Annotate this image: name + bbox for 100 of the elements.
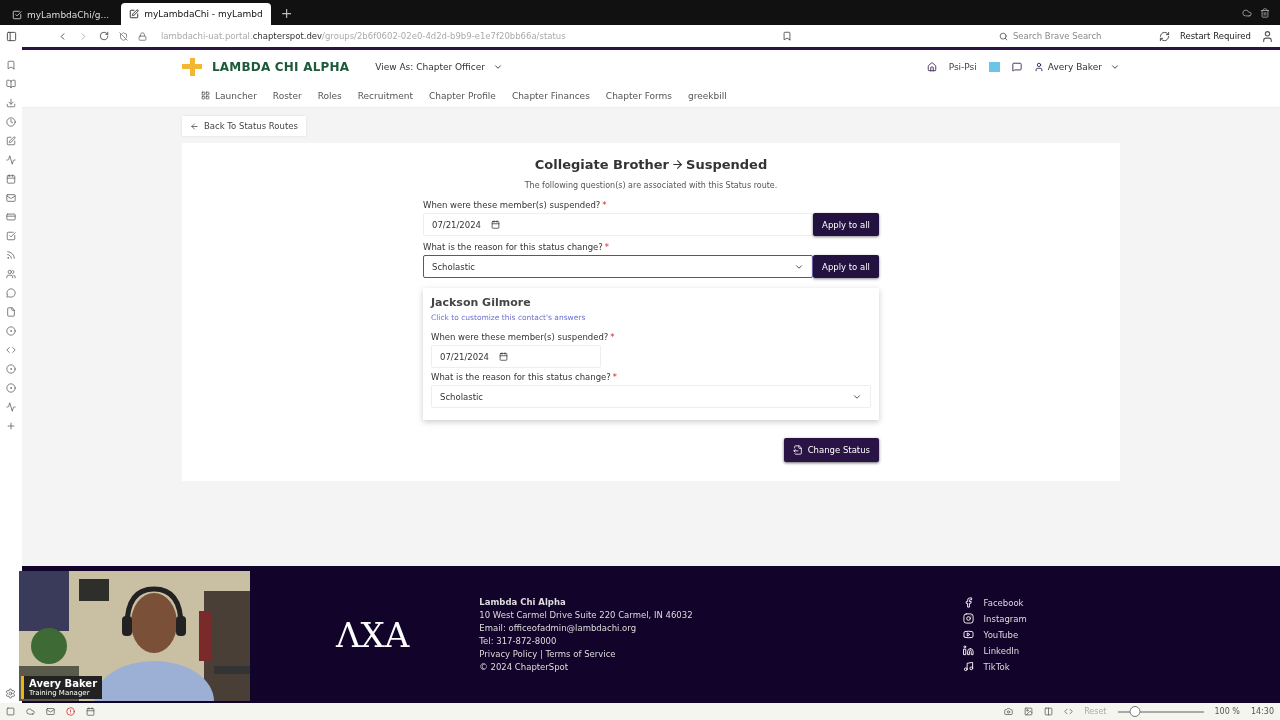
sidebar-icon (6, 30, 17, 42)
nav-link[interactable]: Recruitment (350, 90, 421, 101)
participant-name: Avery Baker (29, 678, 98, 689)
profile-icon (1261, 29, 1274, 43)
restart-text[interactable]: Restart Required (1179, 31, 1251, 41)
footer-text: 10 West Carmel Drive Suite 220 Carmel, IN 46032 (479, 610, 693, 620)
edit-icon (6, 136, 16, 146)
checkbox-icon (6, 231, 16, 241)
social-link[interactable]: LinkedIn (962, 645, 1027, 656)
calendar-icon (499, 352, 508, 361)
image-icon (1024, 707, 1034, 716)
grid-icon (201, 91, 210, 100)
nav-link[interactable]: Chapter Profile (422, 90, 503, 101)
nav-link[interactable]: Launcher (194, 90, 264, 101)
back-button[interactable]: Back To Status Routes (182, 116, 306, 136)
camera-icon (1004, 707, 1014, 716)
restart-icon (1158, 30, 1170, 42)
trash-icon (1260, 7, 1270, 18)
arrow-right-icon (671, 158, 685, 171)
book-icon (6, 79, 16, 89)
logo-icon (182, 58, 202, 76)
activity-icon (6, 402, 16, 412)
browser-tab[interactable]: myLambdaChi/g... (4, 5, 118, 25)
circle-icon (6, 383, 16, 393)
field-label: What is the reason for this status change? * (423, 242, 611, 252)
users-icon (6, 269, 16, 279)
clock-text: 14:30 (1250, 707, 1274, 716)
url-text[interactable]: lambdachi-uat.portal.chapterspot.dev/groups/2b6f0602-02e0-4d2d-b9b9-e1e7f20bb66a/status (161, 31, 566, 41)
user-dropdown[interactable]: Avery Baker (1047, 62, 1120, 72)
subtitle-text: The following question(s) are associated with this Status route. (524, 181, 778, 190)
zoom-reading: 100 % (1214, 707, 1240, 716)
browser-tab[interactable]: myLambdaChi - myLambd (121, 3, 271, 25)
file-export-icon (792, 445, 803, 455)
arrow-left-icon (190, 121, 199, 131)
user-icon (1033, 62, 1044, 72)
member-name: Jackson Gilmore (431, 296, 532, 309)
page-icon (129, 9, 140, 19)
feed-icon (6, 250, 16, 260)
history-icon (6, 117, 16, 127)
chat-icon (1011, 62, 1022, 72)
date-field[interactable]: 07/21/2024 (431, 345, 601, 368)
mail-icon (46, 707, 55, 716)
nav-link[interactable]: Chapter Forms (598, 90, 680, 101)
code-icon (6, 345, 16, 355)
settings-icon (5, 688, 16, 699)
nav-link[interactable]: Chapter Finances (504, 90, 597, 101)
org-name: Lambda Chi Alpha (479, 597, 567, 607)
reload-icon (99, 31, 109, 41)
chapter-link[interactable]: Psi-Psi (948, 62, 977, 72)
columns-icon (1044, 707, 1054, 716)
title-text: Collegiate Brother (534, 157, 670, 172)
footer-logo: ΛΧΑ (336, 614, 410, 655)
bookmark-icon (6, 60, 16, 70)
download-icon (6, 98, 16, 108)
title-text: Suspended (686, 157, 768, 172)
search-icon (998, 31, 1008, 41)
date-field[interactable]: 07/21/2024 (423, 213, 813, 236)
apply-button[interactable]: Apply to all (813, 255, 879, 278)
card-icon (6, 212, 16, 222)
search-field[interactable]: Search Brave Search (998, 31, 1149, 41)
mail-icon (6, 193, 16, 203)
instagram-icon (962, 613, 974, 624)
shield-icon (119, 31, 128, 41)
linkedin-icon (962, 645, 974, 656)
field-label: When were these member(s) suspended? * (431, 332, 616, 342)
social-link[interactable]: YouTube (962, 629, 1027, 640)
code-icon (1064, 707, 1074, 716)
alert-icon (66, 707, 75, 716)
nav-link[interactable]: greekbill (681, 90, 734, 101)
file-icon (6, 307, 16, 317)
social-link[interactable]: Instagram (962, 613, 1027, 624)
activity-icon (6, 155, 16, 165)
select-field[interactable]: Scholastic (423, 255, 813, 278)
checkbox-icon (12, 10, 22, 20)
nav-link[interactable]: Roster (265, 90, 309, 101)
calendar-icon (6, 174, 16, 184)
calendar-icon (491, 220, 500, 229)
calendar-icon (86, 707, 95, 716)
chevron-down-icon (1110, 62, 1120, 72)
social-link[interactable]: Facebook (962, 597, 1027, 608)
slider-thumb[interactable] (1129, 705, 1141, 717)
footer-text: Email: officeofadmin@lambdachi.org (479, 623, 638, 633)
apply-button[interactable]: Apply to all (813, 213, 879, 236)
select-field[interactable]: Scholastic (431, 385, 871, 408)
bookmark-icon (782, 31, 793, 41)
change-status-button[interactable]: Change Status (783, 438, 879, 462)
field-label: When were these member(s) suspended? * (423, 200, 608, 210)
view-as-dropdown[interactable]: View As: Chapter Officer (367, 58, 511, 76)
new-tab-button[interactable]: + (274, 4, 299, 21)
logo-text: LAMBDA CHI ALPHA (212, 60, 350, 74)
field-label: What is the reason for this status change? * (431, 372, 619, 382)
nav-link[interactable]: Roles (310, 90, 349, 101)
circle-icon (6, 364, 16, 374)
youtube-icon (962, 629, 974, 640)
footer-text: Privacy Policy | Terms of Service (479, 649, 617, 659)
social-link[interactable]: TikTok (962, 661, 1027, 672)
chat-icon (6, 288, 16, 298)
footer-text: Tel: 317-872-8000 (479, 636, 558, 646)
cloud-icon (1242, 7, 1252, 18)
lock-icon (138, 31, 147, 41)
